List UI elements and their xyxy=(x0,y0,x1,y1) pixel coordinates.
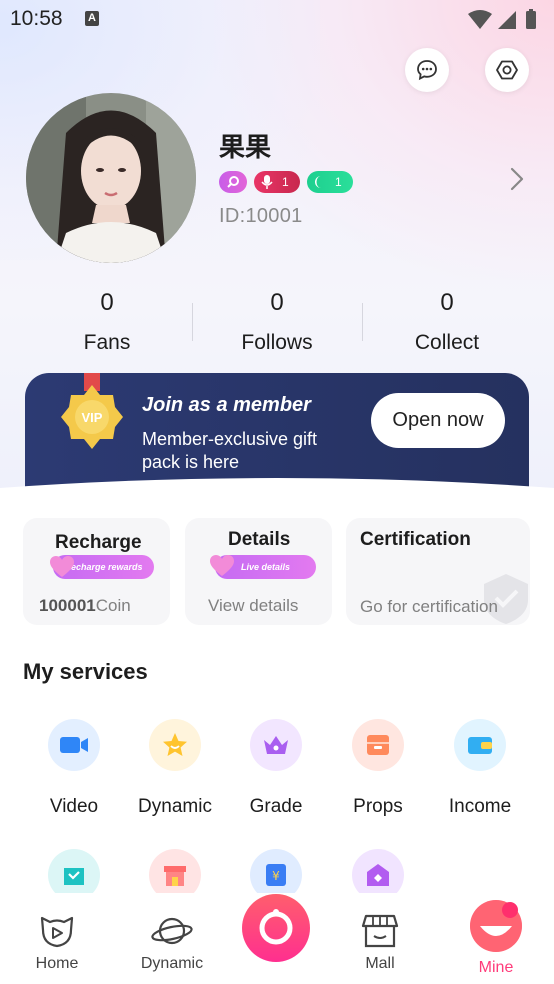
my-services-title: My services xyxy=(23,659,148,684)
service-label: Props xyxy=(353,796,403,817)
recharge-title: Recharge xyxy=(55,532,142,553)
user-id: ID:10001 xyxy=(219,205,303,227)
settings-button[interactable] xyxy=(485,48,529,92)
service-props[interactable]: Props xyxy=(328,719,428,818)
planet-nav-icon xyxy=(151,917,193,945)
search-badge xyxy=(219,171,247,193)
box-icon xyxy=(352,719,404,771)
nav-label: Mall xyxy=(365,955,395,972)
stat-fans[interactable]: 0 Fans xyxy=(32,289,182,355)
vip-medal-icon: VIP xyxy=(61,373,123,449)
nav-home[interactable]: Home xyxy=(12,912,102,973)
home-nav-icon xyxy=(40,916,74,948)
collect-label: Collect xyxy=(414,331,480,354)
signal-icon xyxy=(498,11,516,29)
wifi-icon xyxy=(468,10,492,29)
live-camera-icon xyxy=(259,909,293,945)
fans-count: 0 xyxy=(100,289,114,316)
stat-collect[interactable]: 0 Collect xyxy=(372,289,522,355)
coin-balance: 100001Coin xyxy=(39,596,131,616)
member-subtitle: Member-exclusive gift pack is here xyxy=(142,429,318,472)
mall-nav-icon xyxy=(361,914,399,948)
details-card[interactable]: Details Live details View details xyxy=(185,518,332,625)
svg-text:¥: ¥ xyxy=(272,869,280,883)
service-label: Dynamic xyxy=(138,796,212,817)
star-icon xyxy=(149,719,201,771)
nav-dynamic[interactable]: Dynamic xyxy=(127,912,217,973)
crown-icon xyxy=(250,719,302,771)
wallet-icon xyxy=(454,719,506,771)
status-bar: 10:58 A xyxy=(0,0,554,40)
video-icon xyxy=(48,719,100,771)
status-icons xyxy=(468,9,536,29)
center-live-button[interactable] xyxy=(242,894,310,962)
username: 果果 xyxy=(219,132,272,162)
follows-count: 0 xyxy=(270,289,284,316)
banner-curve xyxy=(0,478,554,518)
service-label: Video xyxy=(49,796,99,817)
service-video[interactable]: Video xyxy=(24,719,124,818)
open-now-button[interactable]: Open now xyxy=(371,393,505,448)
battery-icon xyxy=(526,9,536,29)
service-label: Income xyxy=(448,796,512,817)
a-notification-icon: A xyxy=(85,11,99,26)
mic-badge-icon xyxy=(261,175,273,189)
coin-unit: Coin xyxy=(95,596,131,615)
service-grade[interactable]: Grade xyxy=(226,719,326,818)
gear-icon xyxy=(496,60,518,80)
mic-badge-value: 1 xyxy=(282,175,289,189)
certification-card[interactable]: Certification Go for certification xyxy=(346,518,530,625)
vip-label: VIP xyxy=(82,410,103,425)
nav-label: Dynamic xyxy=(140,955,204,972)
stat-divider xyxy=(362,303,363,341)
moon-badge-icon xyxy=(315,176,321,188)
nav-mall[interactable]: Mall xyxy=(335,912,425,973)
service-income[interactable]: Income xyxy=(430,719,530,818)
status-time: 10:58 xyxy=(10,7,63,30)
collect-count: 0 xyxy=(440,289,454,316)
certification-title: Certification xyxy=(360,529,471,550)
heart-icon xyxy=(210,555,234,576)
stat-follows[interactable]: 0 Follows xyxy=(202,289,352,355)
recharge-card[interactable]: Recharge Recharge rewards 100001Coin xyxy=(23,518,170,625)
service-dynamic[interactable]: Dynamic xyxy=(125,719,225,818)
view-details-link[interactable]: View details xyxy=(208,596,298,616)
member-title: Join as a member xyxy=(142,394,311,416)
details-title: Details xyxy=(228,529,291,550)
search-badge-icon xyxy=(227,176,239,188)
nav-label: Home xyxy=(35,955,79,972)
moon-badge-value: 1 xyxy=(335,175,342,189)
avatar-photo xyxy=(26,93,196,263)
chat-icon xyxy=(417,60,437,81)
moon-badge: 1 xyxy=(307,171,353,193)
nav-label: Mine xyxy=(478,959,514,976)
heart-icon xyxy=(50,556,74,577)
fans-label: Fans xyxy=(83,331,131,354)
go-for-certification-link[interactable]: Go for certification xyxy=(360,597,498,617)
mic-badge: 1 xyxy=(254,171,300,193)
stat-divider xyxy=(192,303,193,341)
follows-label: Follows xyxy=(241,331,313,354)
chevron-right-icon[interactable] xyxy=(505,166,529,192)
mine-nav-icon xyxy=(470,900,522,952)
nav-mine[interactable]: Mine xyxy=(451,898,541,977)
avatar[interactable] xyxy=(26,93,196,263)
coin-amount: 100001 xyxy=(39,596,96,615)
message-button[interactable] xyxy=(405,48,449,92)
service-label: Grade xyxy=(249,796,303,817)
